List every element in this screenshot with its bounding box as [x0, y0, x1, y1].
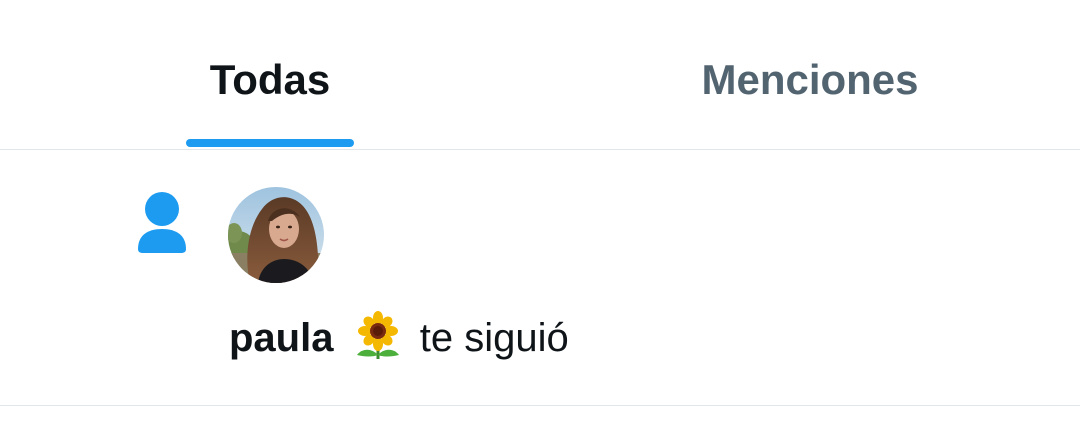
follow-notification[interactable]: paula te siguió	[0, 151, 1080, 406]
tab-all[interactable]: Todas	[0, 0, 540, 150]
user-name[interactable]: paula	[229, 316, 333, 360]
notification-text: paula te siguió	[229, 311, 569, 362]
tab-all-label: Todas	[209, 56, 331, 103]
avatar-photo	[228, 187, 324, 283]
notifications-tab-bar: Todas Menciones	[0, 0, 1080, 150]
active-tab-indicator	[186, 139, 354, 147]
sunflower-icon	[356, 311, 399, 359]
avatar[interactable]	[228, 187, 324, 283]
tab-mentions[interactable]: Menciones	[540, 0, 1080, 150]
notification-action-text: te siguió	[419, 316, 569, 360]
tab-mentions-label: Menciones	[701, 56, 919, 103]
person-follow-icon	[138, 192, 186, 253]
